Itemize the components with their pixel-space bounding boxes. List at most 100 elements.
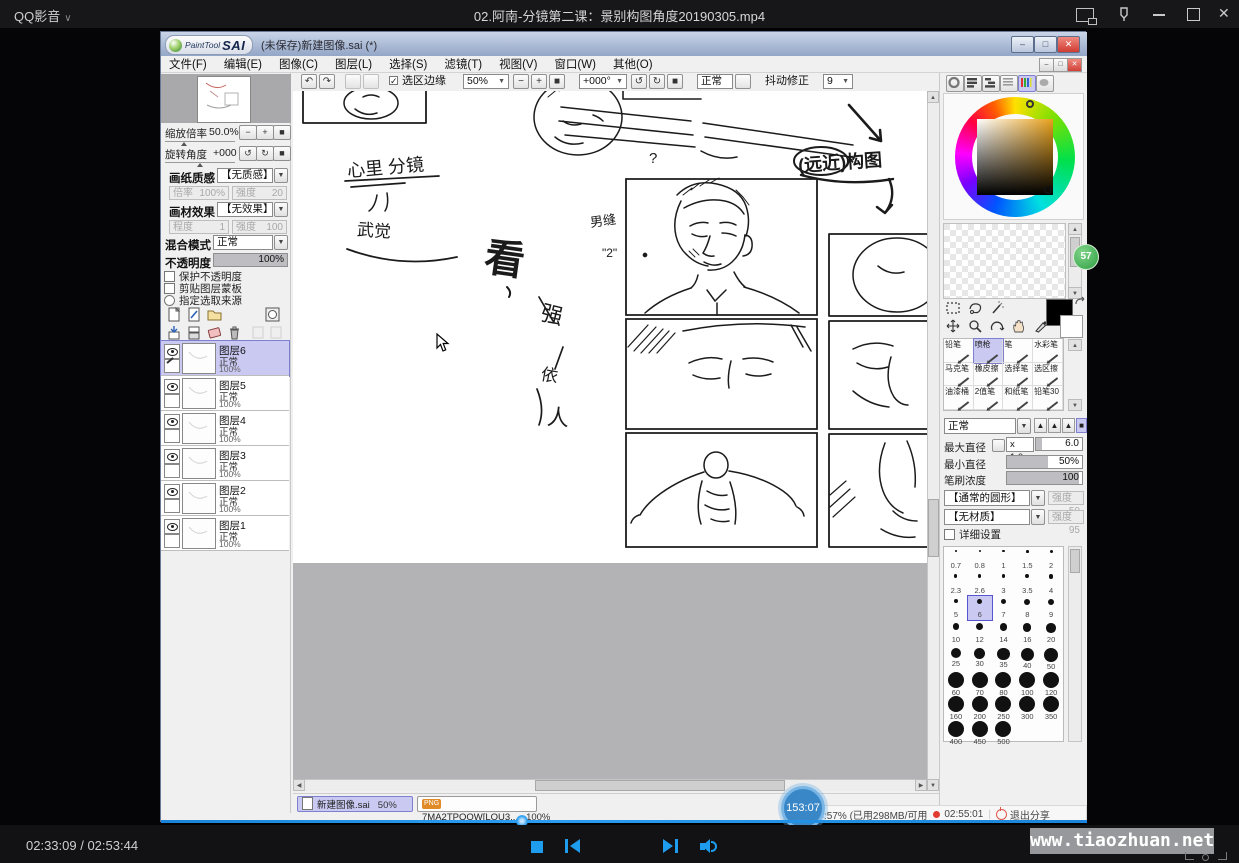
opacity-slider[interactable]: 100% [213,253,288,267]
blend-mode-select[interactable]: 正常 [213,235,273,250]
redo-button[interactable]: ↷ [319,74,335,89]
size-grid-scrollbar[interactable] [1068,546,1082,742]
brush-size-cell[interactable]: 25 [944,645,968,669]
brush-cell[interactable]: 选择笔 [1003,363,1033,387]
layer-paint-flag[interactable] [164,359,180,373]
brush-size-cell[interactable]: 2 [1039,547,1063,571]
canvas-horizontal-scrollbar[interactable]: ◀ ▶ [293,779,927,791]
brush-edge-hard-icon[interactable]: ▲ [1062,418,1075,433]
display-mode-select[interactable]: 正常 [697,74,733,89]
brush-cell[interactable]: 选区擦 [1033,363,1063,387]
video-frame[interactable]: PaintTool SAI (未保存)新建图像.sai (*) – □ ✕ 文件… [160,28,1086,825]
brush-edge-soft-icon[interactable]: ▲ [1034,418,1047,433]
max-diameter-slider[interactable]: 6.0 [1035,437,1083,451]
blend-mode-dd-button[interactable]: ▼ [274,235,288,250]
layer-row[interactable]: 图层2 正常 100% [161,481,289,516]
layer-paint-flag[interactable] [164,464,180,478]
media-effect-select[interactable]: 【无效果】 [217,202,273,217]
magic-wand-tool-icon[interactable] [989,301,1007,316]
protect-opacity-checkbox[interactable] [164,271,175,282]
brush-cell[interactable]: 水彩笔 [1033,339,1063,363]
zoom-out-button[interactable]: − [513,74,529,89]
sv-selector[interactable] [1044,186,1052,194]
brush-size-cell[interactable]: 0.8 [968,547,992,571]
selection-edge-checkbox[interactable]: ✓ [389,76,398,85]
jitter-select[interactable]: 9▼ [823,74,853,89]
brush-scroll-up-icon[interactable]: ▲ [1068,339,1082,351]
brush-size-cell[interactable]: 8 [1015,596,1039,620]
brush-size-cell[interactable]: 400 [944,718,968,742]
nav-rotate-ccw-button[interactable]: ↺ [239,146,257,161]
brush-size-cell[interactable]: 350 [1039,693,1063,717]
brush-size-cell[interactable]: 9 [1039,596,1063,620]
paper-strength-input[interactable]: 强度 20 [232,186,287,200]
brush-size-cell[interactable]: 2.3 [944,571,968,595]
layer-visibility-toggle[interactable] [164,449,180,464]
brush-size-cell[interactable]: 450 [968,718,992,742]
brush-size-cell[interactable]: 30 [968,645,992,669]
brush-size-cell[interactable]: 40 [1015,645,1039,669]
nav-zoom-reset-button[interactable]: ■ [273,125,291,140]
move-tool-icon[interactable] [945,319,963,334]
menu-item[interactable]: 文件(F) [169,56,207,72]
hand-tool-icon[interactable] [1011,319,1029,334]
toggle-hsv-slider-icon[interactable] [982,75,1000,92]
brush-size-cell[interactable]: 3.5 [1015,571,1039,595]
canvas-area[interactable]: 心里 分镜 武觉 看 男缝 "2" ? (远近)构图 强 依 人 ▲ [293,91,939,791]
close-button[interactable]: ✕ [1218,5,1230,22]
brush-cell[interactable]: 喷枪 [974,339,1004,363]
brush-size-cell[interactable]: 35 [992,645,1016,669]
layer-visibility-toggle[interactable] [164,484,180,499]
scroll-up-icon[interactable]: ▲ [927,91,939,103]
nav-rotate-cw-button[interactable]: ↻ [256,146,274,161]
rotate-reset-button[interactable]: ■ [667,74,683,89]
scroll-right-icon[interactable]: ▶ [915,779,927,791]
scroll-up-icon[interactable]: ▲ [1068,223,1082,235]
brush-size-cell[interactable]: 120 [1039,669,1063,693]
brush-cell[interactable]: 2值笔 [974,386,1004,410]
layer-row[interactable]: 图层6 正常 100% [161,341,289,376]
zoom-tool-icon[interactable] [967,319,985,334]
brush-scroll-down-icon[interactable]: ▼ [1068,399,1082,411]
texture-strength-input[interactable]: 强度 95 [1048,510,1084,524]
brush-size-cell[interactable]: 14 [992,620,1016,644]
invert-selection-button[interactable] [363,74,379,89]
layer-paint-flag[interactable] [164,534,180,548]
menu-item[interactable]: 其他(O) [613,56,653,72]
paper-scale-input[interactable]: 倍率 100% [169,186,229,200]
toggle-color-mixer-icon[interactable] [1000,75,1018,92]
delete-layer-icon[interactable] [227,325,244,340]
display-mode-button[interactable] [735,74,751,89]
saturation-value-square[interactable] [977,119,1053,195]
brush-cell[interactable]: 和纸笔 [1003,386,1033,410]
rotate-cw-button[interactable]: ↻ [649,74,665,89]
brush-cell[interactable]: 铅笔 [944,339,974,363]
brush-blend-select[interactable]: 正常 [944,418,1016,434]
background-color-swatch[interactable] [1060,315,1083,338]
maximize-button[interactable] [1187,8,1200,21]
media-effect-dd-button[interactable]: ▼ [274,202,288,217]
toggle-scratchpad-icon[interactable] [1036,75,1054,92]
paper-texture-dd-button[interactable]: ▼ [274,168,288,183]
brush-size-cell[interactable]: 12 [968,620,992,644]
angle-select[interactable]: +000°▼ [579,74,627,89]
rotate-ccw-button[interactable]: ↺ [631,74,647,89]
swap-colors-icon[interactable] [1074,295,1092,310]
canvas-vertical-scrollbar[interactable]: ▲ ▼ [927,91,939,791]
brush-size-cell[interactable]: 10 [944,620,968,644]
brush-cell[interactable]: 橡皮擦 [974,363,1004,387]
menu-item[interactable]: 视图(V) [499,56,537,72]
brush-size-cell[interactable]: 6 [968,596,992,620]
brush-size-cell[interactable]: 60 [944,669,968,693]
brush-size-cell[interactable]: 7 [992,596,1016,620]
brush-size-cell[interactable]: 160 [944,693,968,717]
menu-item[interactable]: 滤镜(T) [444,56,482,72]
deselect-button[interactable] [345,74,361,89]
selection-source-radio[interactable] [164,295,175,306]
brush-size-cell[interactable]: 250 [992,693,1016,717]
brush-edge-medium-icon[interactable]: ▲ [1048,418,1061,433]
brush-size-cell[interactable]: 3 [992,571,1016,595]
lasso-tool-icon[interactable] [967,301,985,316]
marquee-tool-icon[interactable] [945,301,963,316]
stop-button[interactable] [531,841,543,853]
